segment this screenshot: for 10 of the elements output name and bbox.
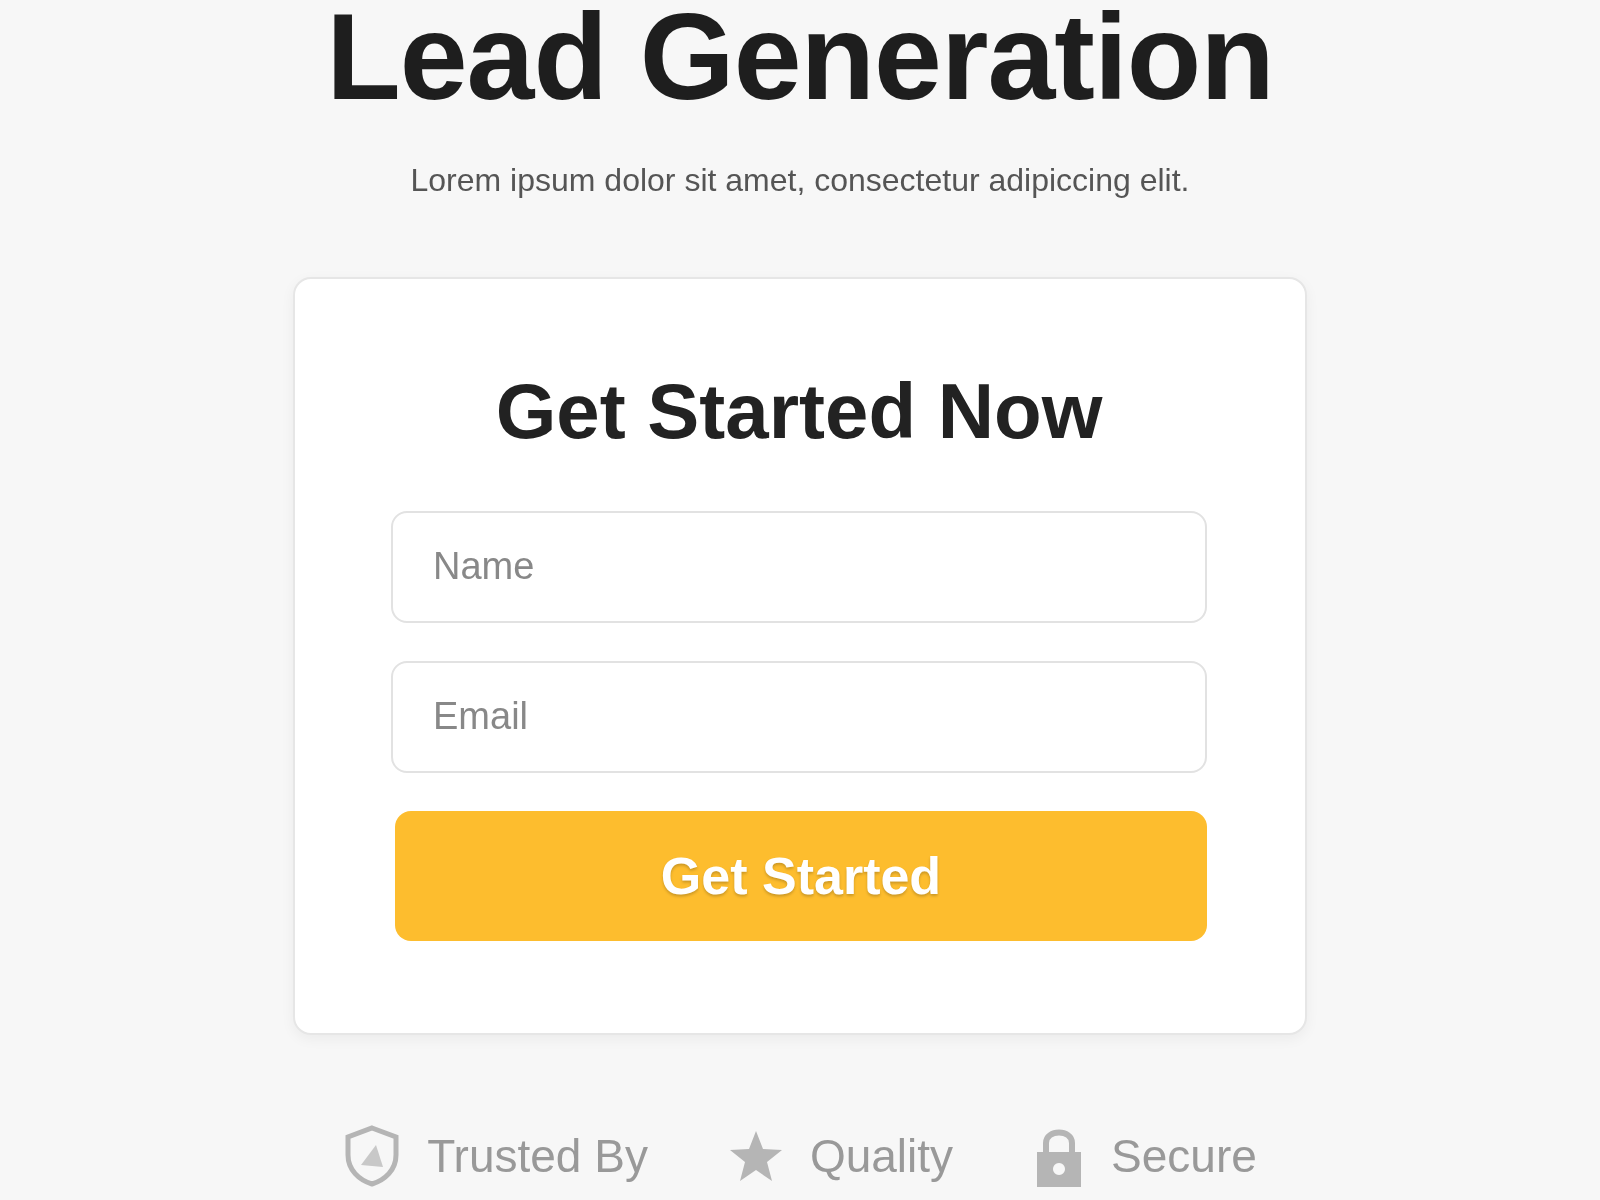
- input-field[interactable]: Name: [391, 510, 1207, 623]
- input-field[interactable]: Email: [391, 660, 1207, 773]
- get-started-button[interactable]: Get Started: [395, 810, 1207, 941]
- subtitle: Lorem ipsum dolor sit amet, consectetur adipiccing elit.: [410, 162, 1190, 199]
- badge-label: Quality: [809, 1128, 954, 1183]
- shield-icon: [343, 1124, 402, 1187]
- page-title: Lead Generation: [326, 0, 1274, 118]
- badge-label: Secure: [1111, 1128, 1257, 1183]
- badge-label: Trusted By: [427, 1128, 648, 1183]
- form-heading: Get Started Now: [494, 369, 1104, 455]
